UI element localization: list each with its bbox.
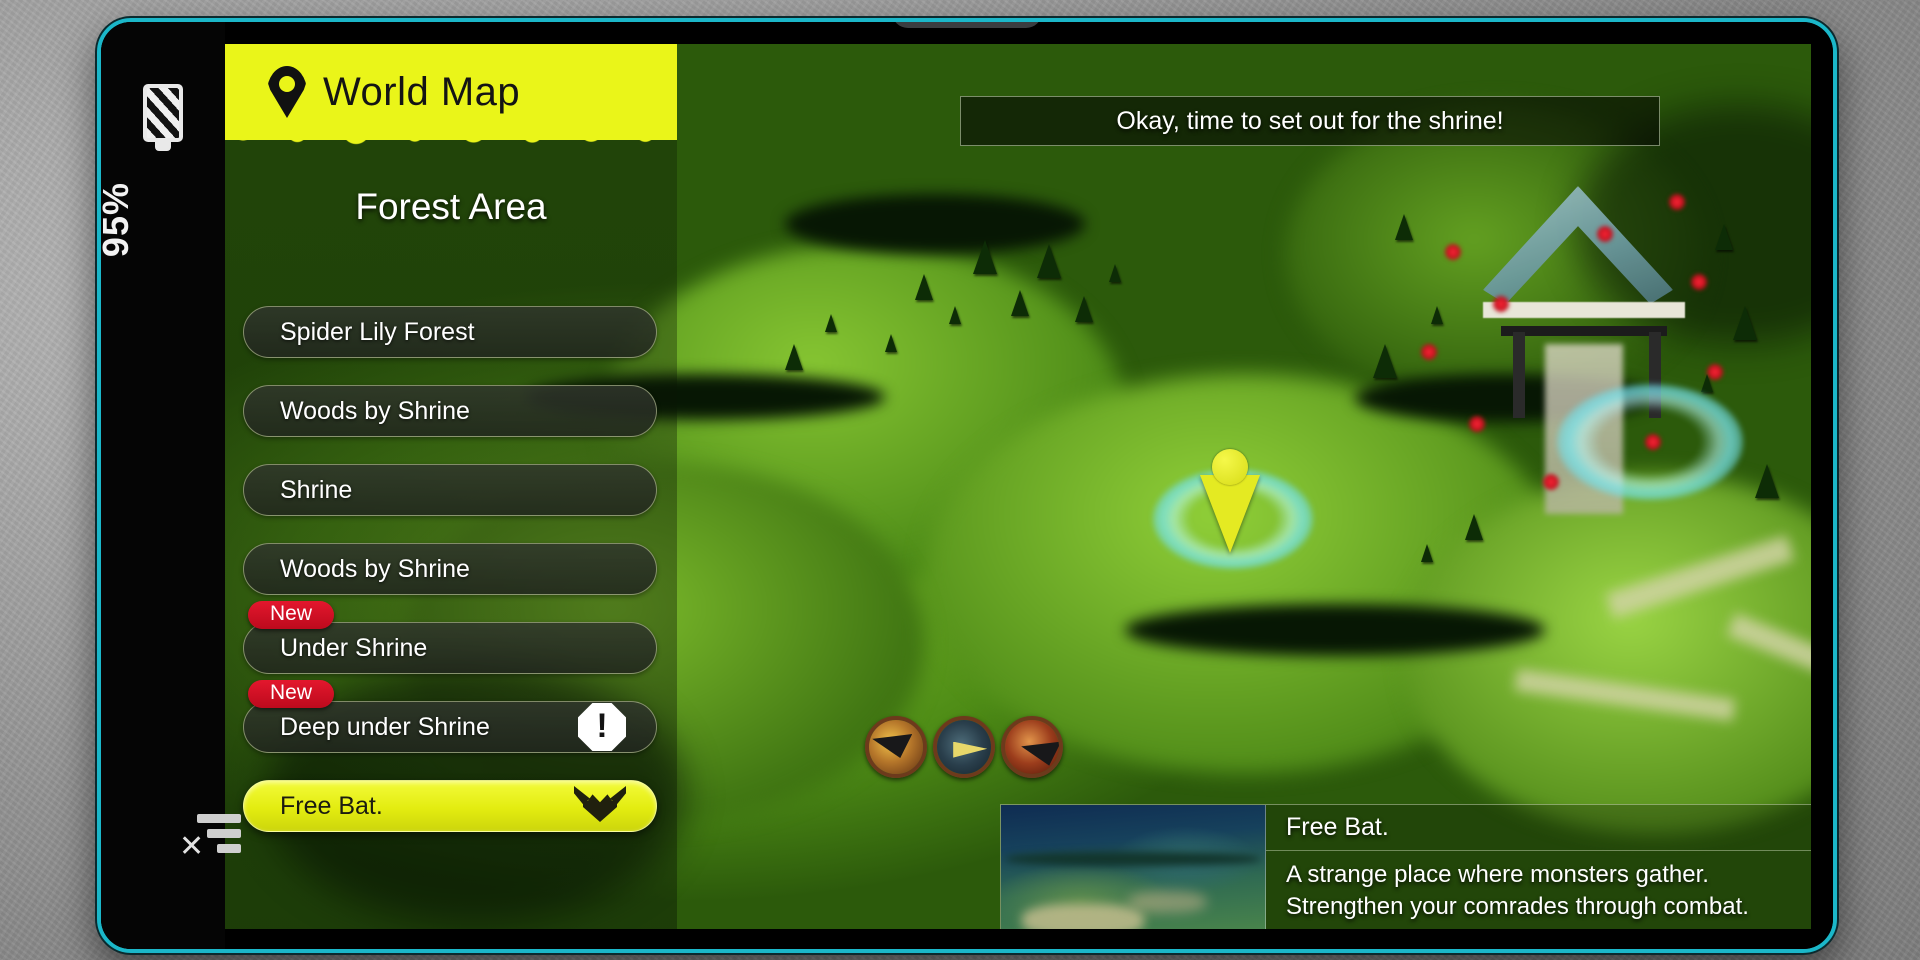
glow-ring-secondary xyxy=(1557,384,1743,500)
world-map-sidebar: World Map Forest Area Spider Lily Forest… xyxy=(225,44,677,929)
device-screen: 95% ✕ World Map Forest Area Spider Lily … xyxy=(101,22,1833,949)
location-label: Deep under Shrine xyxy=(280,712,490,741)
description-line-2: Strengthen your comrades through combat. xyxy=(1286,892,1749,920)
location-info-panel: Free Bat. A strange place where monsters… xyxy=(1000,804,1811,929)
tablet-device-frame: 95% ✕ World Map Forest Area Spider Lily … xyxy=(97,18,1837,953)
alert-exclamation-icon: ! xyxy=(578,703,626,751)
system-status-rail: 95% ✕ xyxy=(101,22,241,949)
signal-off-icon: ✕ xyxy=(179,812,241,864)
location-row-free-bat[interactable]: Free Bat. xyxy=(243,780,657,832)
location-label: Free Bat. xyxy=(280,791,383,820)
battery-charging-icon xyxy=(143,84,183,151)
bat-monster-icon xyxy=(574,786,626,826)
location-row-under-shrine[interactable]: New Under Shrine xyxy=(243,601,657,674)
game-viewport: World Map Forest Area Spider Lily Forest… xyxy=(225,44,1811,929)
description-line-1: A strange place where monsters gather. xyxy=(1286,861,1709,888)
party-portrait-3[interactable] xyxy=(1001,716,1063,778)
area-title: Forest Area xyxy=(355,186,547,227)
new-badge: New xyxy=(248,601,335,629)
party-portrait-1[interactable] xyxy=(865,716,927,778)
party-portrait-bar xyxy=(865,716,1063,778)
location-list: Spider Lily Forest Woods by Shrine Shrin… xyxy=(225,306,677,859)
world-map-title: World Map xyxy=(323,69,521,114)
location-row-deep-under-shrine[interactable]: New Deep under Shrine ! xyxy=(243,680,657,753)
player-position-marker[interactable] xyxy=(1200,449,1260,559)
battery-percent-label: 95% xyxy=(97,182,136,258)
location-info-text: Free Bat. A strange place where monsters… xyxy=(1266,805,1811,929)
location-label: Shrine xyxy=(280,475,353,504)
camera-notch xyxy=(892,22,1042,28)
dialogue-text: Okay, time to set out for the shrine! xyxy=(1116,106,1504,135)
party-portrait-2[interactable] xyxy=(933,716,995,778)
location-info-description: A strange place where monsters gather. S… xyxy=(1266,851,1811,923)
new-badge: New xyxy=(248,680,335,708)
location-info-title: Free Bat. xyxy=(1266,805,1811,851)
location-label: Woods by Shrine xyxy=(280,396,470,425)
location-row-spider-lily-forest[interactable]: Spider Lily Forest xyxy=(243,306,657,358)
location-row-woods-by-shrine-2[interactable]: Woods by Shrine xyxy=(243,543,657,595)
map-pin-icon xyxy=(267,66,307,118)
location-row-shrine[interactable]: Shrine xyxy=(243,464,657,516)
location-label: Spider Lily Forest xyxy=(280,317,475,346)
location-thumbnail xyxy=(1001,805,1266,929)
location-row-woods-by-shrine-1[interactable]: Woods by Shrine xyxy=(243,385,657,437)
location-label: Woods by Shrine xyxy=(280,554,470,583)
world-map-banner: World Map xyxy=(225,44,677,156)
location-label: Under Shrine xyxy=(280,633,428,662)
dialogue-banner: Okay, time to set out for the shrine! xyxy=(960,96,1660,146)
